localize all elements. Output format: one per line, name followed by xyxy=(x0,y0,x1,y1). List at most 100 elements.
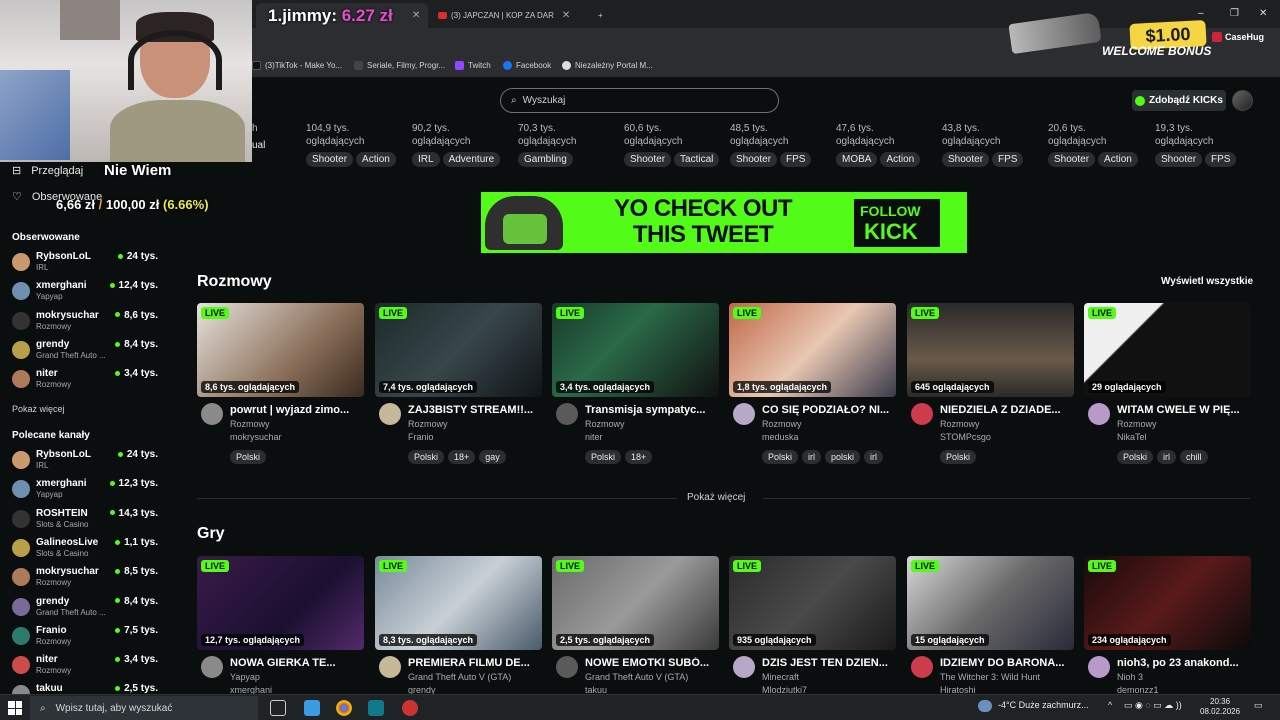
sidebar-channel[interactable]: RybsonLoL IRL 24 tys. xyxy=(12,449,162,477)
show-more-button[interactable]: Pokaż więcej xyxy=(687,492,745,503)
streamer-name[interactable]: STOMPcsgo xyxy=(940,432,991,442)
category-card[interactable]: 19,3 tys. oglądających Shooter FPS xyxy=(1155,122,1239,167)
category-card[interactable]: 48,5 tys. oglądających Shooter FPS xyxy=(730,122,814,167)
category-card[interactable]: 104,9 tys. oglądających Shooter Action xyxy=(306,122,399,167)
stream-tag[interactable]: 18+ xyxy=(448,450,476,464)
stream-card[interactable]: LIVE 935 oglądających DZIS JEST TEN DZIE… xyxy=(729,556,896,695)
stream-category[interactable]: Rozmowy xyxy=(585,419,625,429)
streamer-avatar[interactable] xyxy=(379,656,401,678)
streamer-avatar[interactable] xyxy=(379,403,401,425)
category-tag[interactable]: Adventure xyxy=(442,152,501,167)
stream-card[interactable]: LIVE 1,8 tys. oglądających CO SIĘ PODZIA… xyxy=(729,303,896,464)
category-tag[interactable]: Shooter xyxy=(306,152,354,167)
stream-category[interactable]: Rozmowy xyxy=(1117,419,1157,429)
stream-card[interactable]: LIVE 645 oglądających NIEDZIELA Z DZIADE… xyxy=(907,303,1074,464)
stream-thumbnail[interactable]: LIVE 29 oglądających xyxy=(1084,303,1251,397)
sidebar-channel[interactable]: RybsonLoL IRL 24 tys. xyxy=(12,251,162,279)
task-view-icon[interactable] xyxy=(270,700,286,716)
category-partial[interactable]: h ual xyxy=(252,122,268,152)
category-tag[interactable]: Shooter xyxy=(1048,152,1096,167)
stream-tag[interactable]: 18+ xyxy=(625,450,653,464)
stream-card[interactable]: LIVE 2,5 tys. oglądających NOWE EMOTKI S… xyxy=(552,556,719,695)
stream-tag[interactable]: Polski xyxy=(940,450,977,464)
stream-category[interactable]: Minecraft xyxy=(762,672,799,682)
stream-card[interactable]: LIVE 8,6 tys. oglądających powrut | wyja… xyxy=(197,303,364,464)
streamer-avatar[interactable] xyxy=(201,403,223,425)
stream-title[interactable]: nioh3, po 23 anakond... xyxy=(1117,657,1251,669)
stream-title[interactable]: CO SIĘ PODZIAŁO? NI... xyxy=(762,404,896,416)
streamer-name[interactable]: niter xyxy=(585,432,603,442)
stream-tag[interactable]: Polski xyxy=(762,450,799,464)
category-tag[interactable]: Shooter xyxy=(942,152,990,167)
sidebar-channel[interactable]: niter Rozmowy 3,4 tys. xyxy=(12,368,162,396)
category-card[interactable]: 20,6 tys. oglądających Shooter Action xyxy=(1048,122,1141,167)
sidebar-channel[interactable]: Franio Rozmowy 7,5 tys. xyxy=(12,625,162,653)
weather-text[interactable]: -4°C Duże zachmurz... xyxy=(998,700,1089,710)
stream-thumbnail[interactable]: LIVE 8,6 tys. oglądających xyxy=(197,303,364,397)
nav-browse[interactable]: ⊟ Przeglądaj xyxy=(12,164,83,178)
streamer-name[interactable]: Franio xyxy=(408,432,434,442)
category-tag[interactable]: Shooter xyxy=(1155,152,1203,167)
sidebar-channel[interactable]: grendy Grand Theft Auto ... 8,4 tys. xyxy=(12,596,162,624)
stream-thumbnail[interactable]: LIVE 935 oglądających xyxy=(729,556,896,650)
sidebar-channel[interactable]: GalineosLive Slots & Casino 1,1 tys. xyxy=(12,537,162,565)
stream-title[interactable]: NOWE EMOTKI SUBÓ... xyxy=(585,657,719,669)
stream-thumbnail[interactable]: LIVE 645 oglądających xyxy=(907,303,1074,397)
user-avatar[interactable] xyxy=(1232,90,1253,111)
sidebar-channel[interactable]: xmerghani Yapyap 12,4 tys. xyxy=(12,280,162,308)
category-tag[interactable]: Shooter xyxy=(730,152,778,167)
stream-card[interactable]: LIVE 234 oglądających nioh3, po 23 anako… xyxy=(1084,556,1251,695)
show-more-following[interactable]: Pokaż więcej xyxy=(12,404,65,414)
category-tag[interactable]: Action xyxy=(880,152,921,167)
streamer-name[interactable]: NikaTel xyxy=(1117,432,1147,442)
stream-thumbnail[interactable]: LIVE 8,3 tys. oglądających xyxy=(375,556,542,650)
stream-card[interactable]: LIVE 3,4 tys. oglądających Transmisja sy… xyxy=(552,303,719,464)
stream-tag[interactable]: irl xyxy=(802,450,822,464)
bookmark-seriale[interactable]: Seriale, Filmy, Progr... xyxy=(354,61,445,70)
stream-category[interactable]: Rozmowy xyxy=(940,419,980,429)
category-tag[interactable]: FPS xyxy=(992,152,1024,167)
stream-category[interactable]: Grand Theft Auto V (GTA) xyxy=(585,672,688,682)
category-tag[interactable]: Action xyxy=(356,152,396,167)
stream-tag[interactable]: chill xyxy=(1180,450,1208,464)
category-tag[interactable]: IRL xyxy=(412,152,440,167)
stream-thumbnail[interactable]: LIVE 1,8 tys. oglądających xyxy=(729,303,896,397)
stream-title[interactable]: ZAJ3BISTY STREAM!!... xyxy=(408,404,542,416)
stream-card[interactable]: LIVE 8,3 tys. oglądających PREMIERA FILM… xyxy=(375,556,542,695)
stream-tag[interactable]: Polski xyxy=(408,450,445,464)
sidebar-channel[interactable]: mokrysuchar Rozmowy 8,6 tys. xyxy=(12,310,162,338)
category-card[interactable]: 60,6 tys. oglądających Shooter Tactical xyxy=(624,122,722,167)
stream-tag[interactable]: polski xyxy=(825,450,861,464)
category-card[interactable]: 90,2 tys. oglądających IRL Adventure xyxy=(412,122,503,167)
stream-title[interactable]: DZIS JEST TEN DZIEN... xyxy=(762,657,896,669)
new-tab-button[interactable]: + xyxy=(590,3,611,28)
bookmark-facebook[interactable]: Facebook xyxy=(503,61,551,70)
taskbar-search[interactable]: ⌕ Wpisz tutaj, aby wyszukać xyxy=(30,696,258,720)
category-card[interactable]: 47,6 tys. oglądających MOBA Action xyxy=(836,122,923,167)
stream-title[interactable]: IDZIEMY DO BARONA... xyxy=(940,657,1074,669)
streamer-avatar[interactable] xyxy=(201,656,223,678)
search-input[interactable]: ⌕ Wyszukaj xyxy=(500,88,779,113)
stream-thumbnail[interactable]: LIVE 234 oglądających xyxy=(1084,556,1251,650)
stream-category[interactable]: Nioh 3 xyxy=(1117,672,1143,682)
streamer-avatar[interactable] xyxy=(911,403,933,425)
stream-card[interactable]: LIVE 7,4 tys. oglądających ZAJ3BISTY STR… xyxy=(375,303,542,464)
obs-icon[interactable] xyxy=(402,700,418,716)
stream-category[interactable]: Yapyap xyxy=(230,672,260,682)
stream-title[interactable]: WITAM CWELE W PIĘ... xyxy=(1117,404,1251,416)
tray-icons[interactable]: ▭ ◉ ◌ ▭ ☁ )) xyxy=(1124,700,1182,711)
stream-tag[interactable]: Polski xyxy=(230,450,267,464)
stream-title[interactable]: powrut | wyjazd zimo... xyxy=(230,404,364,416)
category-tag[interactable]: Shooter xyxy=(624,152,672,167)
stream-thumbnail[interactable]: LIVE 12,7 tys. oglądających xyxy=(197,556,364,650)
stream-thumbnail[interactable]: LIVE 15 oglądających xyxy=(907,556,1074,650)
bookmark-portal[interactable]: Niezależny Portal M... xyxy=(562,61,653,70)
streamer-name[interactable]: mokrysuchar xyxy=(230,432,282,442)
stream-card[interactable]: LIVE 15 oglądających IDZIEMY DO BARONA..… xyxy=(907,556,1074,695)
stream-card[interactable]: LIVE 29 oglądających WITAM CWELE W PIĘ..… xyxy=(1084,303,1251,464)
windows-start-icon[interactable] xyxy=(8,701,22,715)
promo-banner[interactable]: YO CHECK OUT THIS TWEET FOLLOW KICK xyxy=(481,192,967,253)
stream-tag[interactable]: Polski xyxy=(585,450,622,464)
stream-thumbnail[interactable]: LIVE 3,4 tys. oglądających xyxy=(552,303,719,397)
category-tag[interactable]: FPS xyxy=(1205,152,1237,167)
